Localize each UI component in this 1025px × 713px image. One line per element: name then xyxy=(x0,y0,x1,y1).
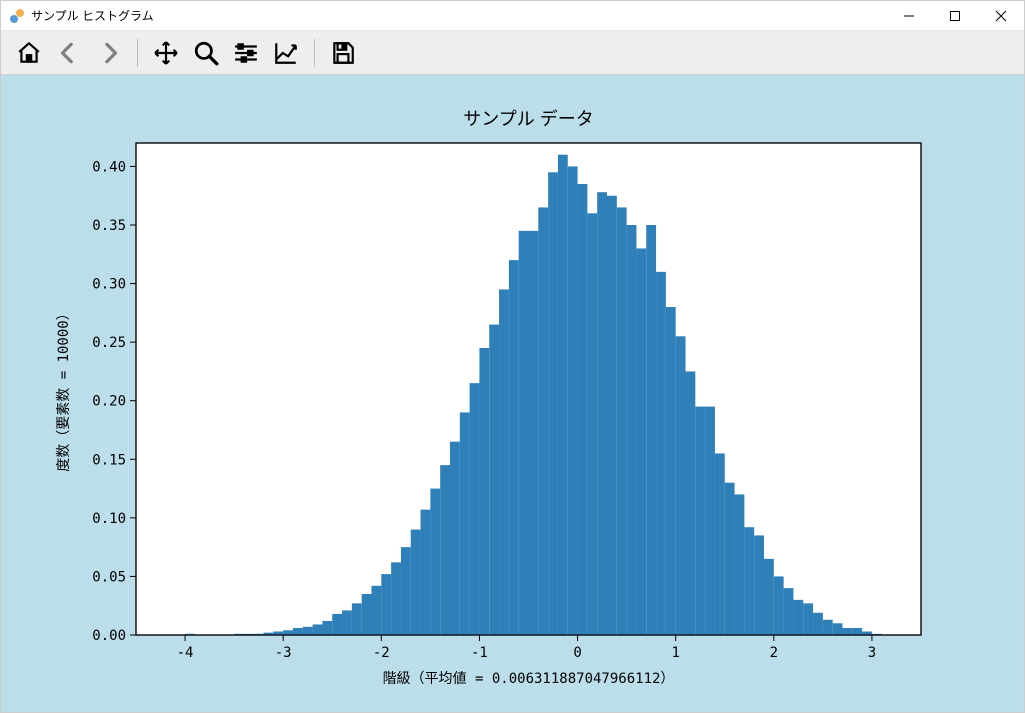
y-tick-label: 0.20 xyxy=(92,394,126,410)
bar xyxy=(489,325,499,635)
x-tick-label: 2 xyxy=(770,645,778,661)
chart-title: サンプル データ xyxy=(463,109,593,129)
toolbar-separator xyxy=(314,39,315,67)
bar xyxy=(725,483,735,635)
minimize-button[interactable] xyxy=(886,1,932,30)
y-tick-label: 0.40 xyxy=(92,159,126,175)
bar xyxy=(646,225,656,635)
bar xyxy=(411,530,421,635)
bar xyxy=(607,196,617,635)
bar xyxy=(715,453,725,635)
bar xyxy=(440,465,450,635)
maximize-button[interactable] xyxy=(932,1,978,30)
bar xyxy=(342,610,352,635)
bar xyxy=(548,172,558,635)
y-tick-label: 0.00 xyxy=(92,628,126,644)
bar xyxy=(558,155,568,635)
y-axis-label: 度数（要素数 = 10000） xyxy=(56,306,72,471)
bar xyxy=(401,547,411,635)
save-button[interactable] xyxy=(325,35,361,71)
bar xyxy=(705,407,715,635)
bar xyxy=(313,624,323,635)
toolbar xyxy=(1,31,1024,75)
bar xyxy=(695,407,705,635)
bar xyxy=(509,260,519,635)
x-axis-label: 階級（平均値 = 0.006311887047966112） xyxy=(383,671,675,687)
home-button[interactable] xyxy=(11,35,47,71)
bar xyxy=(283,630,293,635)
bar xyxy=(538,207,548,635)
app-window: サンプル ヒストグラム xyxy=(0,0,1025,713)
bar xyxy=(519,231,529,635)
x-tick-label: 0 xyxy=(573,645,581,661)
bar xyxy=(764,559,774,635)
bar xyxy=(833,623,843,635)
window-title: サンプル ヒストグラム xyxy=(31,7,154,24)
bar xyxy=(803,603,813,635)
bar xyxy=(852,628,862,635)
y-tick-label: 0.30 xyxy=(92,277,126,293)
bar xyxy=(843,628,853,635)
x-tick-label: 3 xyxy=(868,645,876,661)
bar xyxy=(813,613,823,635)
bar xyxy=(391,562,401,635)
axes-button[interactable] xyxy=(268,35,304,71)
bar xyxy=(479,348,489,635)
bar xyxy=(627,225,637,635)
bar xyxy=(499,289,509,635)
bar xyxy=(774,576,784,635)
bar xyxy=(784,588,794,635)
bar xyxy=(735,494,745,635)
x-tick-label: -4 xyxy=(177,645,194,661)
y-tick-label: 0.10 xyxy=(92,511,126,527)
bar xyxy=(744,527,754,635)
bar xyxy=(362,594,372,635)
close-button[interactable] xyxy=(978,1,1024,30)
y-tick-label: 0.35 xyxy=(92,218,126,234)
y-tick-label: 0.05 xyxy=(92,569,126,585)
bar xyxy=(823,620,833,635)
y-tick-label: 0.25 xyxy=(92,335,126,351)
bar xyxy=(793,600,803,635)
x-tick-label: -3 xyxy=(275,645,292,661)
pan-button[interactable] xyxy=(148,35,184,71)
toolbar-separator xyxy=(137,39,138,67)
configure-button[interactable] xyxy=(228,35,264,71)
window-controls xyxy=(886,1,1024,30)
forward-button[interactable] xyxy=(91,35,127,71)
bar xyxy=(754,535,764,635)
bar xyxy=(293,628,303,635)
bar xyxy=(303,627,313,635)
bar xyxy=(676,336,686,635)
bar xyxy=(421,510,431,635)
bar xyxy=(636,248,646,635)
app-icon xyxy=(9,8,25,24)
bar xyxy=(617,207,627,635)
back-button[interactable] xyxy=(51,35,87,71)
bar xyxy=(578,184,588,635)
bar xyxy=(450,442,460,635)
bar xyxy=(372,586,382,635)
x-tick-label: -2 xyxy=(373,645,390,661)
bar xyxy=(470,383,480,635)
y-tick-label: 0.15 xyxy=(92,452,126,468)
bar xyxy=(666,307,676,635)
x-tick-label: 1 xyxy=(671,645,679,661)
chart-canvas[interactable]: サンプル データ -4 -3 -2 -1 0 1 2 3 0.00 0.05 0.10 0.15 0.20… xyxy=(1,75,1024,712)
zoom-button[interactable] xyxy=(188,35,224,71)
bar xyxy=(381,574,391,635)
bar xyxy=(686,371,696,635)
bar xyxy=(568,166,578,635)
titlebar: サンプル ヒストグラム xyxy=(1,1,1024,31)
bar xyxy=(529,231,539,635)
bar xyxy=(460,412,470,635)
bar xyxy=(430,489,440,635)
bar xyxy=(332,614,342,635)
bar xyxy=(587,213,597,635)
x-tick-label: -1 xyxy=(471,645,488,661)
bar xyxy=(322,621,332,635)
bar xyxy=(656,272,666,635)
bar xyxy=(597,192,607,635)
bar xyxy=(352,603,362,635)
